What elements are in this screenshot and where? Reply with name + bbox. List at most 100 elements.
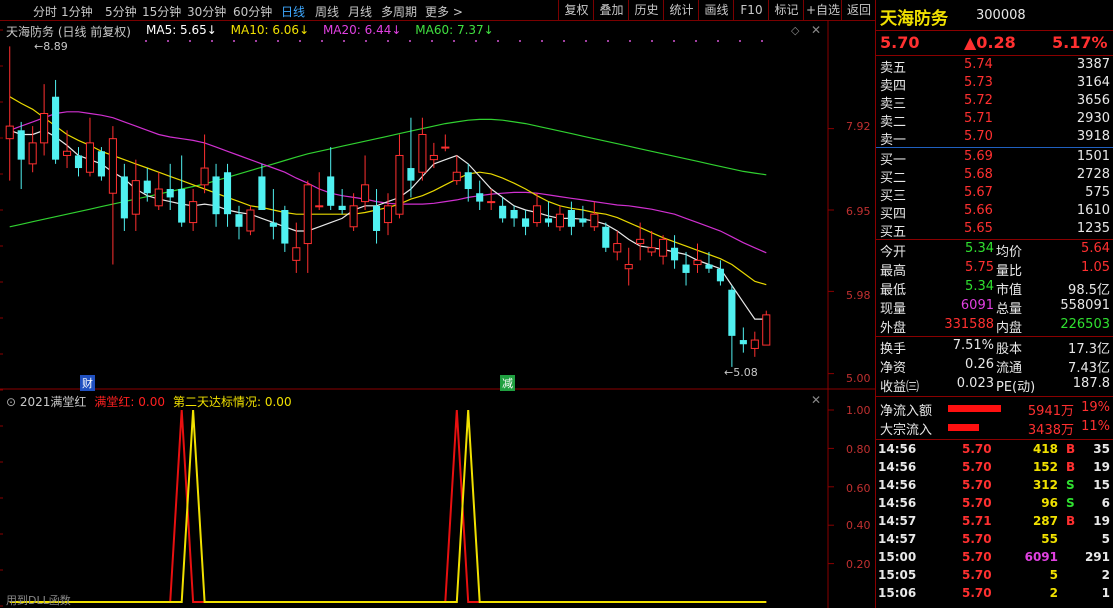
quote-panel: 天海防务 300008 5.70 ▲0.28 5.17% 卖五 5.74 3387 卖… [875,0,1113,608]
trade-time: 14:56 [878,478,917,492]
mark-button[interactable]: 标记 [768,0,804,20]
candle-body [327,176,335,206]
indicator-collapse-icon[interactable]: ⊙ [6,395,20,409]
indicator-close-icon[interactable]: ✕ [811,393,821,407]
trade-row: 14:57 5.70 55 5 [876,531,1113,549]
candle-body [693,259,702,266]
indicator-label-1: 满堂红: 0.00 [94,395,165,409]
trade-count: 291 [1084,550,1110,564]
trade-count: 19 [1093,460,1110,474]
stock-name: 天海防务 [880,9,948,29]
candle-body [510,210,518,219]
bid-row[interactable]: 买一 5.69 1501 [876,149,1113,168]
stat-row: 现量 6091 总量 558091 [876,298,1113,317]
candle-body [40,113,49,144]
bid-row[interactable]: 买二 5.68 2728 [876,167,1113,186]
bid-row[interactable]: 买五 5.65 1235 [876,221,1113,240]
candle-body [5,125,14,140]
tab-monthly[interactable]: 月线 [348,3,372,20]
bid-row[interactable]: 买三 5.67 575 [876,185,1113,204]
trade-volume: 418 [1032,442,1058,456]
add-watchlist-button[interactable]: +自选 [803,0,842,20]
y-tick: 7.92 [846,120,871,133]
stat-label: 均价 [996,245,1023,260]
trade-row: 15:06 5.70 2 1 [876,585,1113,603]
ask-row[interactable]: 卖四 5.73 3164 [876,75,1113,94]
stat-value: 558091 [1060,298,1110,313]
stat-label: 内盘 [996,321,1023,336]
trade-side: B [1066,442,1076,456]
ask-row[interactable]: 卖一 5.70 3918 [876,129,1113,148]
ask-row[interactable]: 卖五 5.74 3387 [876,57,1113,76]
reduce-marker[interactable]: 减 [500,375,515,391]
tab-daily[interactable]: 日线 [281,3,305,20]
trade-time: 15:06 [878,586,917,600]
flow-row: 净流入额 5941万 19% [876,400,1113,419]
trade-row: 14:56 5.70 152 B 19 [876,459,1113,477]
dll-footer: 用到DLL函数 [6,594,71,607]
ask-row[interactable]: 卖二 5.71 2930 [876,111,1113,130]
trade-time: 14:56 [878,442,917,456]
diamond-icon[interactable]: ◇ [791,24,799,37]
candle-body [579,218,587,223]
candle-body [544,218,553,223]
bid-label: 买四 [880,207,907,222]
tab-more[interactable]: 更多 > [425,3,463,20]
candle-body [671,247,679,261]
ind-y-tick: 0.40 [846,519,871,532]
tab-60min[interactable]: 60分钟 [233,3,272,20]
candle-body [476,193,484,202]
draw-button[interactable]: 画线 [698,0,734,20]
stat-row: 最高 5.75 量比 1.05 [876,260,1113,279]
trade-volume: 152 [1032,460,1058,474]
stat-value: 1.05 [1081,260,1110,275]
candle-body [269,222,277,227]
ma-legend: MA5: 5.65↓ MA10: 6.06↓ MA20: 6.44↓ MA60:… [146,23,494,37]
tab-15min[interactable]: 15分钟 [142,3,181,20]
indicator-name[interactable]: 2021满堂红 [20,395,87,409]
tab-weekly[interactable]: 周线 [315,3,339,20]
stat-value: 5.75 [965,260,994,275]
bid-label: 买一 [880,153,907,168]
trade-price: 5.70 [962,586,992,600]
candle-body [395,154,404,215]
ask-row[interactable]: 卖三 5.72 3656 [876,93,1113,112]
stat-label: 现量 [880,302,907,317]
candle-body [659,238,668,257]
stat-label: 市值 [996,283,1023,298]
bid-label: 买三 [880,189,907,204]
ind-y-tick: 0.80 [846,443,871,456]
stat-value: 226503 [1060,317,1110,332]
kline-chart[interactable] [0,20,875,608]
fund-label: 股本 [996,342,1023,357]
history-button[interactable]: 历史 [628,0,664,20]
tab-multi-period[interactable]: 多周期 [381,3,417,20]
trade-row: 14:56 5.70 418 B 35 [876,441,1113,459]
candle-body [383,205,393,224]
candle-body [613,243,622,253]
fund-label: 净资 [880,361,907,376]
candle-body [52,96,60,160]
f10-button[interactable]: F10 [733,0,769,20]
ind-y-tick: 1.00 [846,404,871,417]
bid-price: 5.67 [964,185,993,200]
stats-button[interactable]: 统计 [663,0,699,20]
tab-1min[interactable]: 1分钟 [61,3,93,20]
back-button[interactable]: 返回 [841,0,876,20]
candle-body [154,188,163,207]
candle-body [120,176,128,219]
tab-5min[interactable]: 5分钟 [105,3,137,20]
bid-row[interactable]: 买四 5.66 1610 [876,203,1113,222]
finance-marker[interactable]: 财 [80,375,95,391]
tab-fenshi[interactable]: 分时 [33,3,57,20]
close-icon[interactable]: ✕ [811,23,821,37]
ask-volume: 3387 [1076,57,1110,72]
y-tick: 5.98 [846,289,871,302]
bid-volume: 1610 [1076,203,1110,218]
trade-count: 5 [1101,532,1110,546]
fundamental-row: 净资 0.26 流通 7.43亿 [876,357,1113,376]
candle-body [705,264,713,269]
adjust-button[interactable]: 复权 [558,0,594,20]
tab-30min[interactable]: 30分钟 [187,3,226,20]
overlay-button[interactable]: 叠加 [593,0,629,20]
